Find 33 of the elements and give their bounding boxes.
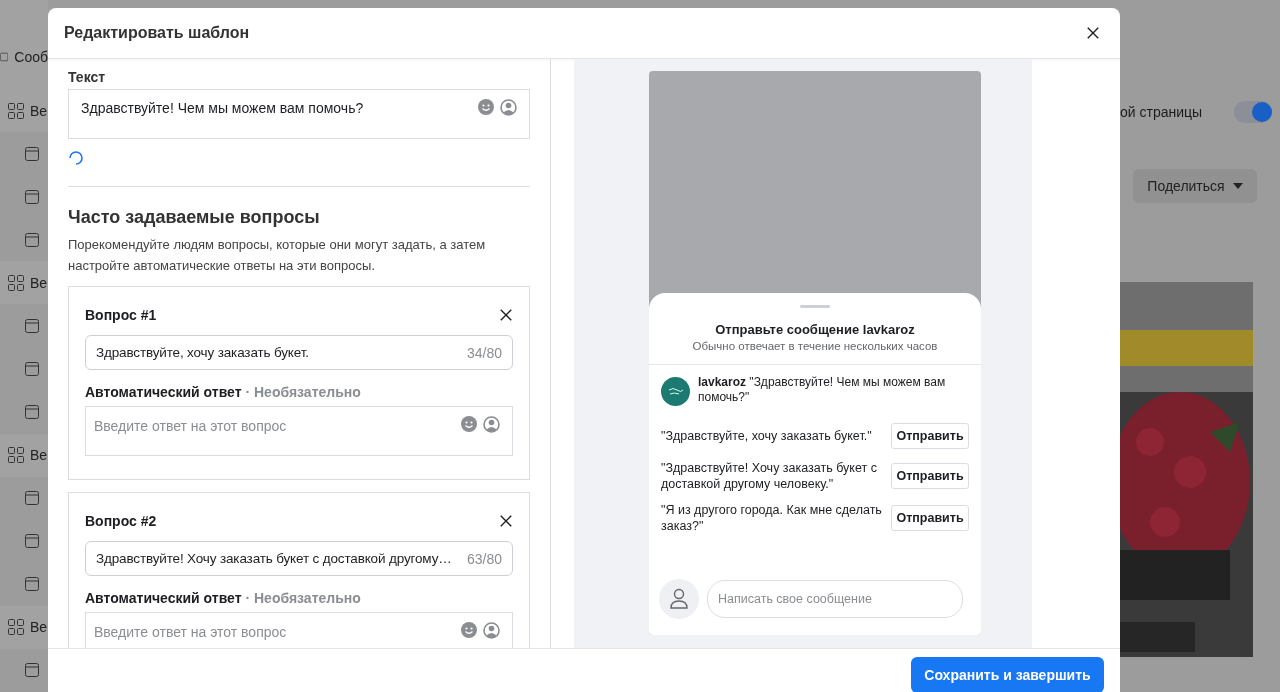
question-label: Вопрос #2 <box>85 513 157 529</box>
save-button[interactable]: Сохранить и завершить <box>911 657 1104 692</box>
answer-label: Автоматический ответ · Необязательно <box>85 384 362 400</box>
section-title: Часто задаваемые вопросы <box>68 207 321 228</box>
suggested-question: "Здравствуйте, хочу заказать букет." <box>661 428 873 444</box>
preview-subtitle: Обычно отвечает в течение нескольких часов <box>691 340 939 352</box>
sidebar-label[interactable]: Ве <box>30 274 48 291</box>
field-label: Текст <box>68 69 107 85</box>
sidebar-label[interactable]: Ве <box>30 447 48 464</box>
suggested-question: "Я из другого города. Как мне сделать заказ?" <box>661 502 883 534</box>
greeting-message: lavkaroz "Здравствуйте! Чем мы можем вам помочь?" <box>698 375 947 405</box>
sidebar-label[interactable]: Ве <box>30 619 48 636</box>
sidebar-label[interactable]: Ве <box>30 102 48 119</box>
answer-field[interactable]: Введите ответ на этот вопрос <box>85 406 513 456</box>
send-button[interactable]: Отправить <box>891 505 969 531</box>
share-button[interactable]: Поделиться <box>1133 169 1257 203</box>
answer-field[interactable]: Введите ответ на этот вопрос <box>85 612 513 648</box>
char-counter: 63/80 <box>466 550 502 567</box>
text-field[interactable]: Здравствуйте! Чем мы можем вам помочь? <box>68 89 530 139</box>
section-description: Порекомендуйте людям вопросы, которые они могут задать, а затем настройте автоматические ответы на эти вопросы. <box>68 236 487 275</box>
preview-title: Отправьте сообщение lavkaroz <box>714 322 916 337</box>
char-counter: 34/80 <box>466 344 502 361</box>
suggested-question: "Здравствуйте! Хочу заказать букет с доставкой другому человеку." <box>661 460 878 492</box>
question-field[interactable]: Здравствуйте! Хочу заказать букет с доставкой другому… 63/80 <box>85 541 513 576</box>
setting-label: ой страницы <box>1120 104 1203 120</box>
answer-label: Автоматический ответ · Необязательно <box>85 590 362 606</box>
message-input[interactable]: Написать свое сообщение <box>707 580 963 618</box>
sidebar-label[interactable]: Сооб <box>14 48 48 65</box>
send-button[interactable]: Отправить <box>891 463 969 489</box>
question-label: Вопрос #1 <box>85 307 157 323</box>
question-field[interactable]: Здравствуйте, хочу заказать букет. 34/80 <box>85 335 513 370</box>
send-button[interactable]: Отправить <box>891 423 969 449</box>
dialog-title: Редактировать шаблон <box>64 24 250 42</box>
